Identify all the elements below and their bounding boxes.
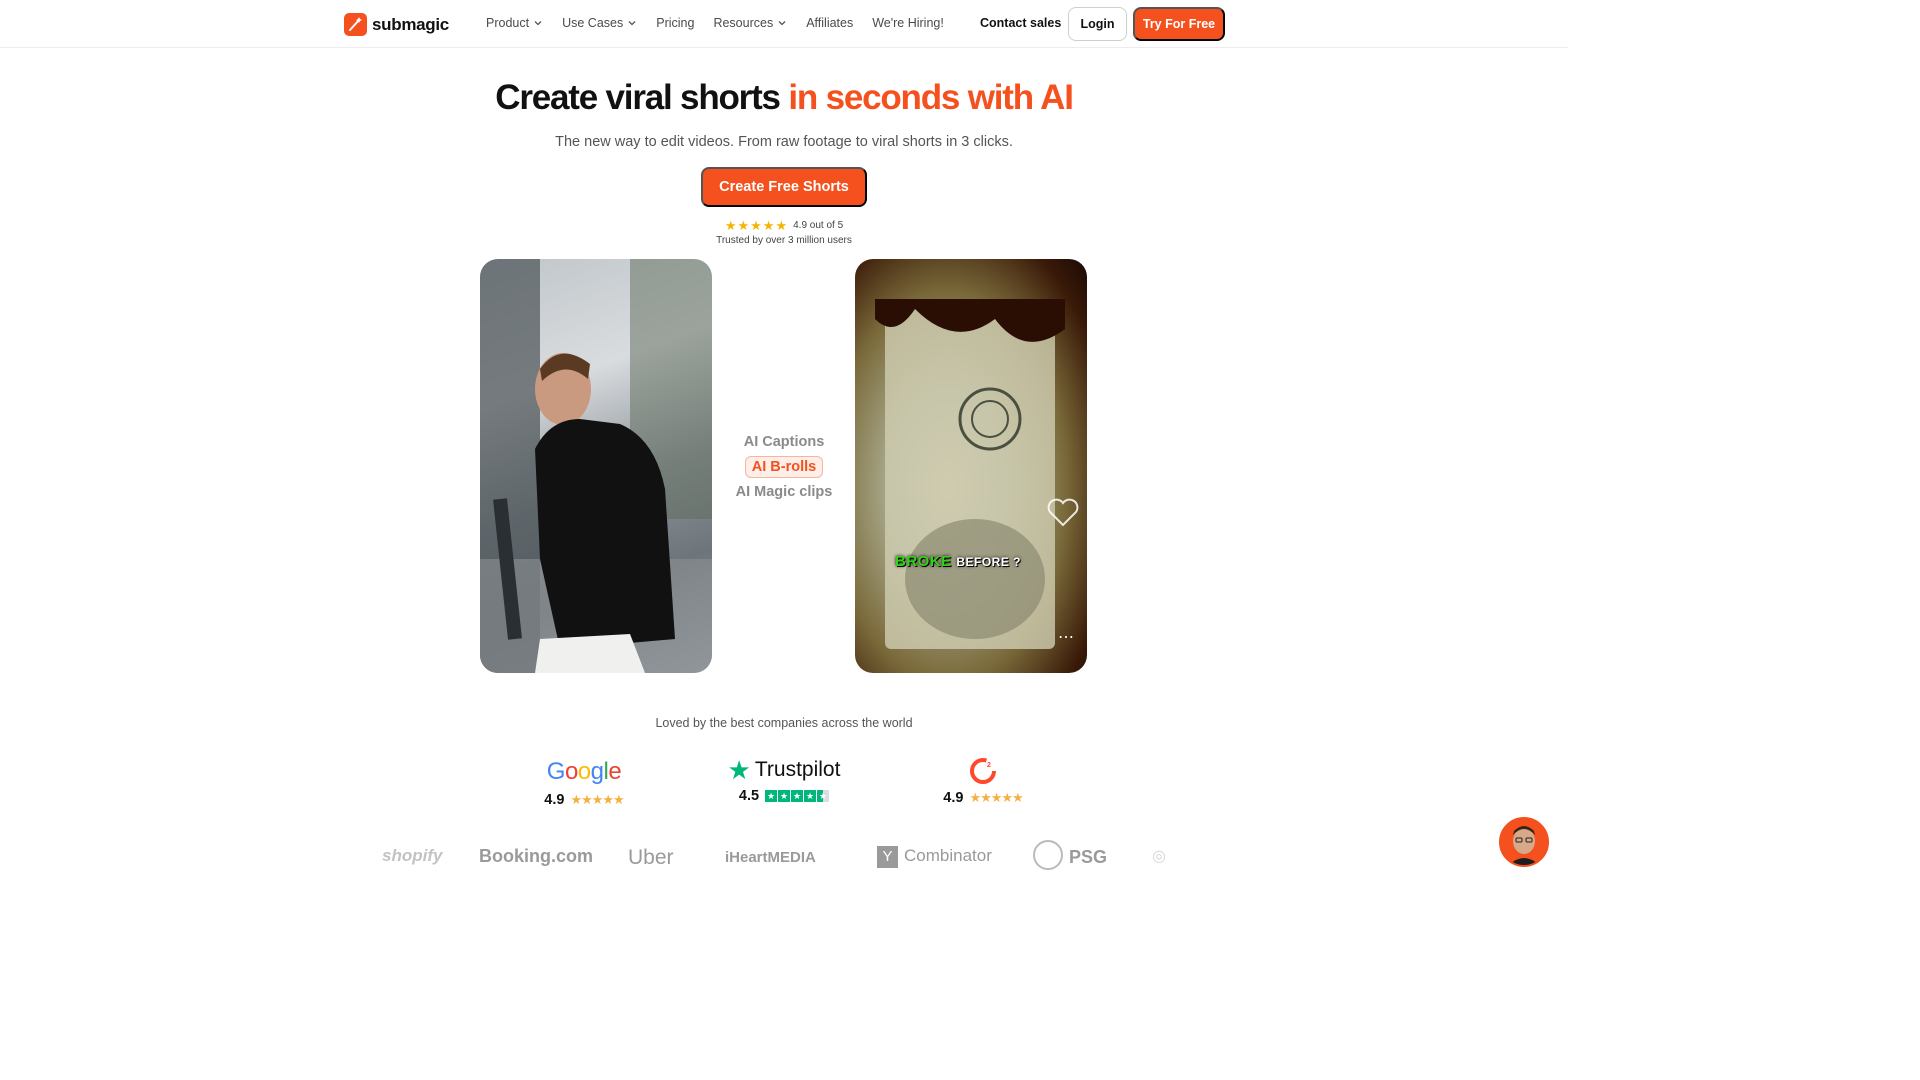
star-icon: ★ xyxy=(750,218,762,233)
feature-ai-b-rolls[interactable]: AI B-rolls xyxy=(744,456,824,478)
more-options-icon[interactable]: ⋯ xyxy=(1058,627,1075,647)
g2-review[interactable]: 2 4.9 ★★★★★ xyxy=(935,758,1031,806)
trustpilot-review[interactable]: ★ Trustpilot 4.5 ★ ★ ★ ★ ★ xyxy=(726,755,842,804)
menu-item-hiring[interactable]: We're Hiring! xyxy=(872,16,944,30)
google-review[interactable]: Google 4.9 ★★★★★ xyxy=(538,758,630,808)
street-scene-image xyxy=(480,259,712,673)
logo-text: submagic xyxy=(372,14,449,34)
menu-item-product[interactable]: Product xyxy=(486,16,543,30)
star-icon: ★ xyxy=(775,218,788,233)
loved-by-text: Loved by the best companies across the w… xyxy=(655,716,913,730)
booking-logo: Booking.com xyxy=(479,846,594,866)
trustpilot-stars-icon: ★ ★ ★ ★ ★ xyxy=(765,790,830,802)
logo[interactable]: submagic xyxy=(344,13,449,36)
stars-icon: ★★★★★ xyxy=(969,790,1023,805)
star-icon: ★ xyxy=(724,218,737,233)
menu-item-label: We're Hiring! xyxy=(872,16,944,30)
g2-logo-icon: 2 xyxy=(970,758,996,784)
hero-title-plain: Create viral shorts xyxy=(495,78,781,117)
hero-title: Create viral shorts in seconds with AI xyxy=(0,78,1568,118)
raw-footage-video[interactable] xyxy=(480,259,712,673)
feature-ai-magic-clips[interactable]: AI Magic clips xyxy=(730,482,839,502)
g2-score: 4.9 ★★★★★ xyxy=(943,790,1023,806)
ycombinator-name: Combinator xyxy=(904,846,992,865)
shopify-logo: shopify xyxy=(382,846,443,865)
top-navigation: submagic Product Use Cases Pricing Resou… xyxy=(0,0,1568,48)
support-chat-avatar[interactable] xyxy=(1499,817,1549,867)
hero-subtitle: The new way to edit videos. From raw foo… xyxy=(555,134,1013,150)
menu-item-label: Resources xyxy=(713,16,774,30)
menu-item-use-cases[interactable]: Use Cases xyxy=(562,16,637,30)
login-button[interactable]: Login xyxy=(1068,7,1127,41)
star-icon: ★ xyxy=(762,218,775,233)
try-for-free-button[interactable]: Try For Free xyxy=(1133,7,1225,41)
stars-icon: ★★★★★ xyxy=(570,792,624,807)
menu-item-affiliates[interactable]: Affiliates xyxy=(806,16,853,30)
menu-item-label: Product xyxy=(486,16,530,30)
rating-stars: ★ ★ ★ ★ ★ xyxy=(725,219,787,232)
edited-short-video[interactable]: BROKE BEFORE ? ⋯ xyxy=(855,259,1087,673)
brand-logos-strip: shopify Booking.com Uber iHeartMEDIA Y Co… xyxy=(0,840,1568,876)
google-score: 4.9 ★★★★★ xyxy=(544,792,624,808)
trustpilot-star-icon: ★ xyxy=(727,755,751,785)
rating-row: ★ ★ ★ ★ ★ 4.9 out of 5 xyxy=(0,219,1568,232)
partial-brand-logo: ◎ xyxy=(1152,848,1166,865)
heart-icon xyxy=(1047,498,1079,527)
burning-dollar-image xyxy=(875,299,1065,649)
trustpilot-logo: ★ Trustpilot xyxy=(727,755,841,785)
caption-word: BEFORE ? xyxy=(956,555,1022,569)
submagic-logo-icon xyxy=(344,13,367,36)
iheartmedia-logo: iHeartMEDIA xyxy=(725,849,816,866)
create-free-shorts-button[interactable]: Create Free Shorts xyxy=(701,167,867,207)
chevron-down-icon xyxy=(534,21,542,26)
rating-text: 4.9 out of 5 xyxy=(793,220,844,231)
chevron-down-icon xyxy=(778,21,786,26)
caption-highlight-word: BROKE xyxy=(895,553,952,570)
svg-text:2: 2 xyxy=(987,762,991,769)
feature-switcher: AI Captions AI B-rolls AI Magic clips xyxy=(720,432,848,502)
chevron-down-icon xyxy=(628,21,636,26)
menu-item-resources[interactable]: Resources xyxy=(713,16,787,30)
review-score: 4.9 xyxy=(943,790,964,806)
menu-item-label: Pricing xyxy=(656,16,695,30)
uber-logo: Uber xyxy=(628,846,674,869)
trusted-text: Trusted by over 3 million users xyxy=(716,235,852,246)
psg-logo: PSG xyxy=(1033,840,1108,870)
menu-item-pricing[interactable]: Pricing xyxy=(656,16,694,30)
star-icon: ★ xyxy=(737,218,750,233)
review-score: 4.9 xyxy=(544,792,565,808)
caption-overlay: BROKE BEFORE ? xyxy=(895,553,1021,570)
main-menu: Product Use Cases Pricing Resources Affi… xyxy=(486,16,963,30)
trustpilot-name: Trustpilot xyxy=(754,758,841,781)
hero-title-accent: in seconds with AI xyxy=(788,78,1074,117)
support-agent-photo xyxy=(1501,819,1547,865)
psg-name: PSG xyxy=(1069,846,1108,867)
google-logo: Google xyxy=(546,758,622,785)
contact-sales-link[interactable]: Contact sales xyxy=(980,16,1061,30)
review-score: 4.5 xyxy=(738,788,760,804)
menu-item-label: Affiliates xyxy=(806,16,854,30)
trustpilot-score: 4.5 ★ ★ ★ ★ ★ xyxy=(738,788,830,804)
feature-ai-captions[interactable]: AI Captions xyxy=(738,432,831,452)
ycombinator-logo: Y Combinator xyxy=(877,846,992,868)
menu-item-label: Use Cases xyxy=(562,16,624,30)
